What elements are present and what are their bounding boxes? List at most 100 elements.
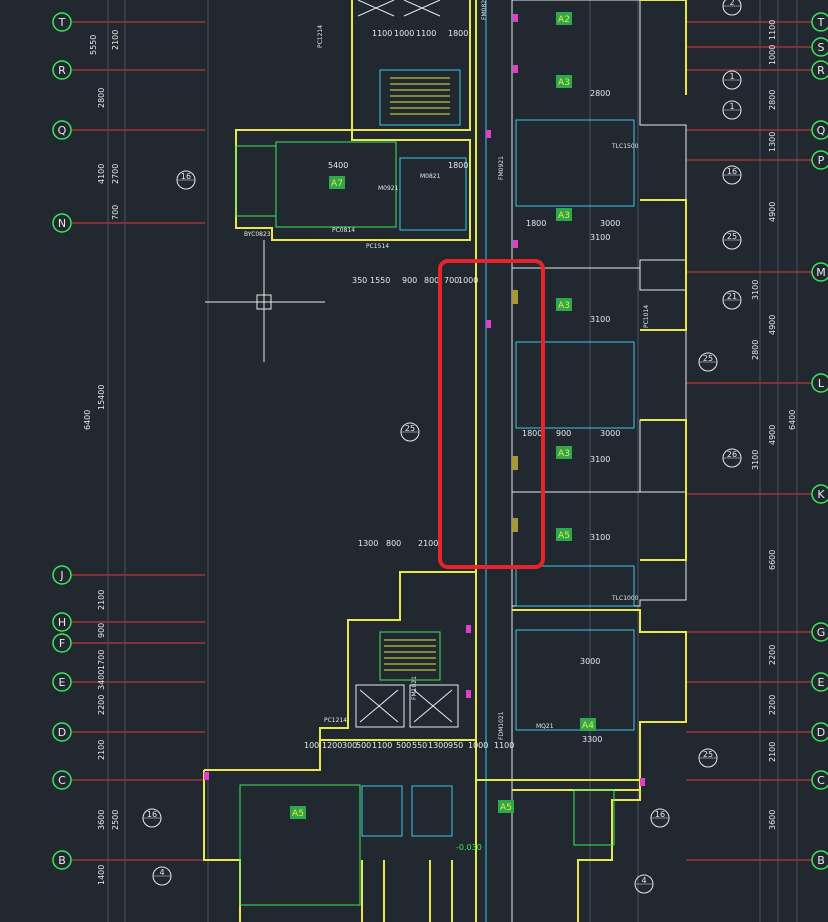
axis-label-right-7: K: [817, 488, 825, 501]
corr-dim-top-3: 800: [424, 276, 439, 285]
bottom-dim-6: 550: [412, 741, 427, 750]
axis-label-right-10: D: [817, 726, 825, 739]
room-dim-11: 3100: [590, 233, 610, 242]
axis-label-left-9: C: [58, 774, 66, 787]
dim-right-outer-2: 6600: [768, 550, 777, 570]
room-dim-6: 3000: [600, 429, 620, 438]
top-dim-3: 1800: [448, 29, 468, 38]
corr-dim-top-2: 900: [402, 276, 417, 285]
dim-left-inner-7: 1700: [97, 650, 106, 670]
callout-label-0: 16: [181, 172, 191, 181]
axis-label-left-0: T: [58, 16, 66, 29]
axis-label-left-5: H: [58, 616, 66, 629]
callout-label-11: 4: [641, 876, 646, 885]
door-label-5: BYC0823: [244, 231, 271, 238]
top-dim-0: 1100: [372, 29, 392, 38]
unit-tag-4: A3: [558, 301, 570, 311]
room-dim-10: 3100: [590, 533, 610, 542]
room-dim-0: 5400: [328, 161, 348, 170]
corr-dim-bot-0: 1300: [358, 539, 378, 548]
axis-label-right-3: Q: [817, 124, 826, 137]
axis-label-left-10: B: [58, 854, 66, 867]
room-dim-13: 2800: [590, 89, 610, 98]
unit-tag-extra: A5: [292, 809, 304, 819]
dim-right-inner-10: 2100: [768, 742, 777, 762]
bottom-dim-2: 300: [342, 741, 357, 750]
door-label-10: FM1021: [411, 676, 418, 700]
room-dim-8: 900: [556, 429, 571, 438]
axis-label-right-5: M: [816, 266, 826, 279]
bottom-dim-0: 100: [304, 741, 319, 750]
callout-label-1: 1: [729, 72, 734, 81]
callout-label-13: 25: [405, 424, 415, 433]
door-label-14: PC1214: [324, 717, 347, 724]
dim-left-inner-11: 3600: [97, 810, 106, 830]
unit-tag-6: A5: [558, 531, 570, 541]
callout-label-9: 25: [703, 354, 713, 363]
room-dim-4: 3100: [590, 315, 610, 324]
callout-label-12: 1: [729, 102, 734, 111]
elevation-mark: -0.030: [456, 843, 482, 852]
dim-right-inner-3: 1300: [768, 132, 777, 152]
axis-label-right-2: R: [817, 64, 825, 77]
room-dim-5: 3100: [590, 455, 610, 464]
dim-right-inner-6: 2800: [751, 340, 760, 360]
corr-dim-top-1: 1550: [370, 276, 390, 285]
door-label-4: PC0814: [332, 227, 355, 234]
dim-right-inner-0: 1100: [768, 20, 777, 40]
door-label-6: PC1514: [366, 243, 389, 250]
dim-right-inner-4: 4900: [768, 202, 777, 222]
dim-left-inner-0: 2100: [111, 30, 120, 50]
unit-tag-3: A3: [558, 211, 570, 221]
door-label-1: M0921: [378, 185, 399, 192]
axis-label-right-4: P: [818, 154, 825, 167]
unit-tag-0: A2: [558, 15, 570, 25]
dim-left-inner-10: 900: [97, 623, 106, 638]
door-label-7: M0821: [420, 173, 441, 180]
dim-left-inner-3: 4100: [97, 164, 106, 184]
room-dim-9: 3000: [580, 657, 600, 666]
door-label-9: TLC1000: [611, 595, 639, 602]
axis-label-right-1: S: [818, 41, 825, 54]
axis-label-left-8: D: [58, 726, 66, 739]
cad-drawing-canvas[interactable]: TRQNJHFEDCB TSRQPMLKGEDCB 5550 15400 640…: [0, 0, 828, 922]
axis-label-left-1: R: [58, 64, 66, 77]
room-dim-2: 1800: [526, 219, 546, 228]
room-dim-3: 3000: [600, 219, 620, 228]
door-label-12: FDM1021: [498, 711, 505, 740]
axis-label-right-11: C: [817, 774, 825, 787]
dim-right-inner-8: 2200: [768, 695, 777, 715]
dim-left-inner-8: 2200: [97, 695, 106, 715]
callout-label-8: 21: [727, 292, 737, 301]
door-label-13: MQ21: [536, 723, 554, 730]
bottom-dim-1: 1200: [322, 741, 342, 750]
unit-tag-7: A4: [582, 721, 594, 731]
dim-right-inner-7: 2200: [768, 645, 777, 665]
callout-label-5: 16: [655, 810, 665, 819]
dim-left-inner-5: 700: [111, 205, 120, 220]
callout-label-4: 4: [159, 868, 164, 877]
bottom-dim-3: 500: [356, 741, 371, 750]
dim-right-inner-2: 2800: [768, 90, 777, 110]
dim-left-outer-0: 5550: [89, 35, 98, 55]
room-dim-1: 1800: [448, 161, 468, 170]
dim-right-inner-5: 3100: [751, 280, 760, 300]
door-label-2: FM0921: [498, 156, 505, 180]
dim-left-inner-2: 2700: [111, 164, 120, 184]
axis-label-right-9: E: [818, 676, 825, 689]
callout-label-2: 16: [147, 810, 157, 819]
bottom-dim-10: 1100: [494, 741, 514, 750]
dim-left-inner-1: 2800: [97, 88, 106, 108]
axis-label-left-6: F: [59, 637, 65, 650]
dim-left-outer-1: 15400: [97, 385, 106, 410]
dim-right-inner-11: 3600: [768, 810, 777, 830]
callout-label-7: 2: [729, 0, 734, 7]
door-label-8: TLC1500: [611, 143, 639, 150]
corr-dim-bot-1: 800: [386, 539, 401, 548]
room-dim-12: 3300: [582, 735, 602, 744]
bottom-row-dimensions: 100 1200 300500 1100 500 550 1300 950 1000 1100: [304, 741, 514, 750]
unit-tag-5: A3: [558, 449, 570, 459]
bottom-dim-9: 1000: [468, 741, 488, 750]
callout-label-10: 16: [727, 167, 737, 176]
axis-label-right-8: G: [817, 626, 826, 639]
